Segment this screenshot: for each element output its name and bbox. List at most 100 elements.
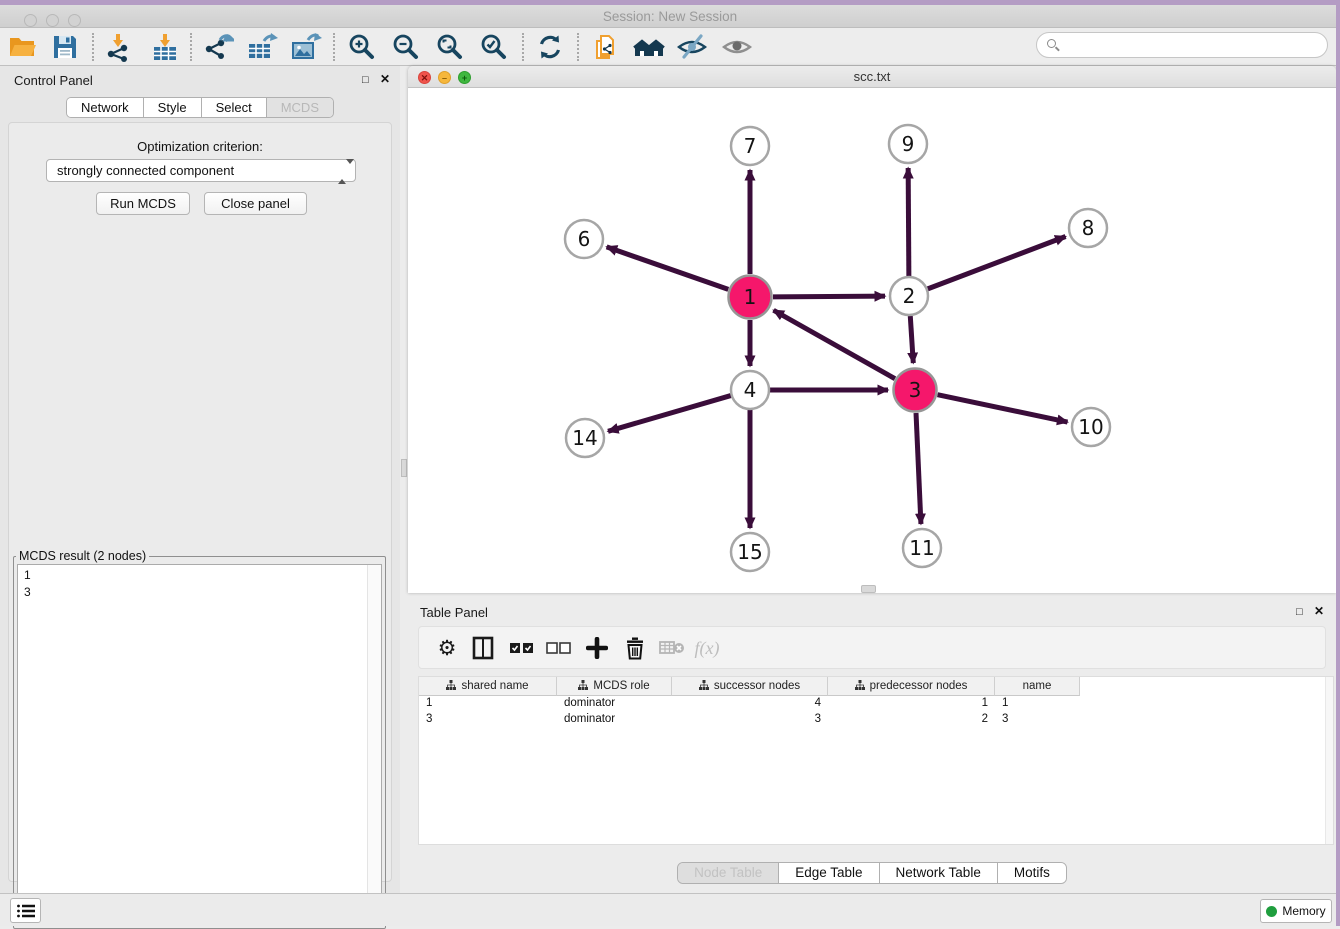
graph-node-14[interactable]: 14 <box>566 419 604 457</box>
export-table-icon[interactable] <box>245 30 279 64</box>
graph-node-9[interactable]: 9 <box>889 125 927 163</box>
add-row-icon[interactable] <box>581 632 613 664</box>
node-label: 4 <box>744 378 757 402</box>
cell-name[interactable]: 1 <box>995 696 1080 712</box>
duplicate-network-icon[interactable] <box>588 30 622 64</box>
export-image-icon[interactable] <box>289 30 323 64</box>
graph-node-15[interactable]: 15 <box>731 533 769 571</box>
settings-gear-icon[interactable]: ⚙ <box>431 632 463 664</box>
close-table-panel-icon[interactable]: ✕ <box>1314 604 1324 618</box>
horizontal-splitter-handle[interactable] <box>861 585 876 593</box>
app-title: Session: New Session <box>0 9 1340 24</box>
edge-1-6[interactable] <box>607 247 729 289</box>
edge-3-11[interactable] <box>916 413 921 524</box>
table-row-1[interactable]: 1dominator411 <box>419 696 1333 712</box>
deselect-all-icon[interactable] <box>543 632 575 664</box>
network-window-titlebar[interactable]: ✕ – + scc.txt <box>408 66 1336 88</box>
tab-motifs[interactable]: Motifs <box>998 863 1066 883</box>
export-network-icon[interactable] <box>201 30 235 64</box>
search-box[interactable] <box>1036 32 1328 58</box>
graph-node-11[interactable]: 11 <box>903 529 941 567</box>
optimization-criterion-select[interactable]: strongly connected component <box>46 159 356 182</box>
tab-network[interactable]: Network <box>67 98 144 117</box>
first-neighbors-icon[interactable] <box>632 30 666 64</box>
vertical-splitter-handle[interactable] <box>401 459 407 477</box>
edge-2-3[interactable] <box>910 316 913 363</box>
cell-predecessor-nodes[interactable]: 2 <box>828 712 995 728</box>
edge-2-8[interactable] <box>928 237 1066 289</box>
zoom-in-icon[interactable] <box>345 30 379 64</box>
graph-node-2[interactable]: 2 <box>890 277 928 315</box>
column-header-name[interactable]: name <box>995 677 1080 696</box>
cell-mcds-role[interactable]: dominator <box>557 712 672 728</box>
run-mcds-button[interactable]: Run MCDS <box>96 192 190 215</box>
table-scrollbar[interactable] <box>1325 677 1333 844</box>
main-toolbar <box>0 28 1340 66</box>
column-header-mcds-role[interactable]: MCDS role <box>557 677 672 696</box>
toolbar-separator <box>522 33 524 61</box>
tab-select[interactable]: Select <box>202 98 267 117</box>
graph-node-6[interactable]: 6 <box>565 220 603 258</box>
graph-node-10[interactable]: 10 <box>1072 408 1110 446</box>
graph-node-4[interactable]: 4 <box>731 371 769 409</box>
cell-successor-nodes[interactable]: 4 <box>672 696 828 712</box>
open-session-icon[interactable] <box>5 30 39 64</box>
tab-mcds[interactable]: MCDS <box>267 98 333 117</box>
table-row-2[interactable]: 3dominator323 <box>419 712 1333 728</box>
edge-1-2[interactable] <box>773 296 885 297</box>
edge-3-10[interactable] <box>938 395 1068 422</box>
graph-node-1[interactable]: 1 <box>729 276 772 319</box>
mcds-result-box[interactable]: 1 3 <box>17 564 382 925</box>
graph-node-3[interactable]: 3 <box>894 369 937 412</box>
cell-mcds-role[interactable]: dominator <box>557 696 672 712</box>
delete-row-icon[interactable] <box>619 632 651 664</box>
column-header-successor-nodes[interactable]: successor nodes <box>672 677 828 696</box>
refresh-view-icon[interactable] <box>533 30 567 64</box>
delete-column-icon[interactable] <box>656 632 688 664</box>
toolbar-separator <box>92 33 94 61</box>
edge-4-14[interactable] <box>608 396 731 432</box>
memory-button[interactable]: Memory <box>1260 899 1332 923</box>
close-panel-icon[interactable]: ✕ <box>380 72 390 86</box>
save-session-icon[interactable] <box>48 30 82 64</box>
cell-shared-name[interactable]: 1 <box>419 696 557 712</box>
show-all-icon[interactable] <box>720 30 754 64</box>
hide-selected-icon[interactable] <box>675 30 709 64</box>
column-layout-icon[interactable] <box>467 632 499 664</box>
search-input[interactable] <box>1067 34 1317 56</box>
column-header-predecessor-nodes[interactable]: predecessor nodes <box>828 677 995 696</box>
app-titlebar: Session: New Session <box>0 5 1340 28</box>
mcds-result-text: 1 3 <box>24 567 31 601</box>
cell-predecessor-nodes[interactable]: 1 <box>828 696 995 712</box>
function-builder-icon[interactable]: f(x) <box>691 632 723 664</box>
zoom-fit-icon[interactable] <box>433 30 467 64</box>
tab-edge-table[interactable]: Edge Table <box>779 863 879 883</box>
task-history-button[interactable] <box>10 898 41 923</box>
import-table-icon[interactable] <box>148 30 182 64</box>
tab-style[interactable]: Style <box>144 98 202 117</box>
search-icon <box>1047 39 1056 48</box>
graph-node-7[interactable]: 7 <box>731 127 769 165</box>
node-label: 14 <box>572 426 597 450</box>
result-scrollbar[interactable] <box>367 565 381 924</box>
edge-3-1[interactable] <box>774 310 895 378</box>
close-panel-button[interactable]: Close panel <box>204 192 307 215</box>
control-panel-header: Control Panel □ ✕ <box>0 66 400 96</box>
import-network-icon[interactable] <box>101 30 135 64</box>
tree-icon <box>855 680 865 693</box>
node-label: 1 <box>744 285 757 309</box>
float-panel-icon[interactable]: □ <box>362 74 369 86</box>
cell-successor-nodes[interactable]: 3 <box>672 712 828 728</box>
float-table-panel-icon[interactable]: □ <box>1296 606 1303 618</box>
tab-network-table[interactable]: Network Table <box>880 863 998 883</box>
column-header-shared-name[interactable]: shared name <box>419 677 557 696</box>
edge-2-9[interactable] <box>908 168 909 276</box>
cell-name[interactable]: 3 <box>995 712 1080 728</box>
cell-shared-name[interactable]: 3 <box>419 712 557 728</box>
tab-node-table[interactable]: Node Table <box>678 863 779 883</box>
graph-node-8[interactable]: 8 <box>1069 209 1107 247</box>
select-all-icon[interactable] <box>506 632 538 664</box>
network-canvas[interactable]: 7 9 6 8 1 2 4 3 14 10 15 11 <box>408 88 1336 593</box>
zoom-out-icon[interactable] <box>389 30 423 64</box>
zoom-selected-icon[interactable] <box>477 30 511 64</box>
